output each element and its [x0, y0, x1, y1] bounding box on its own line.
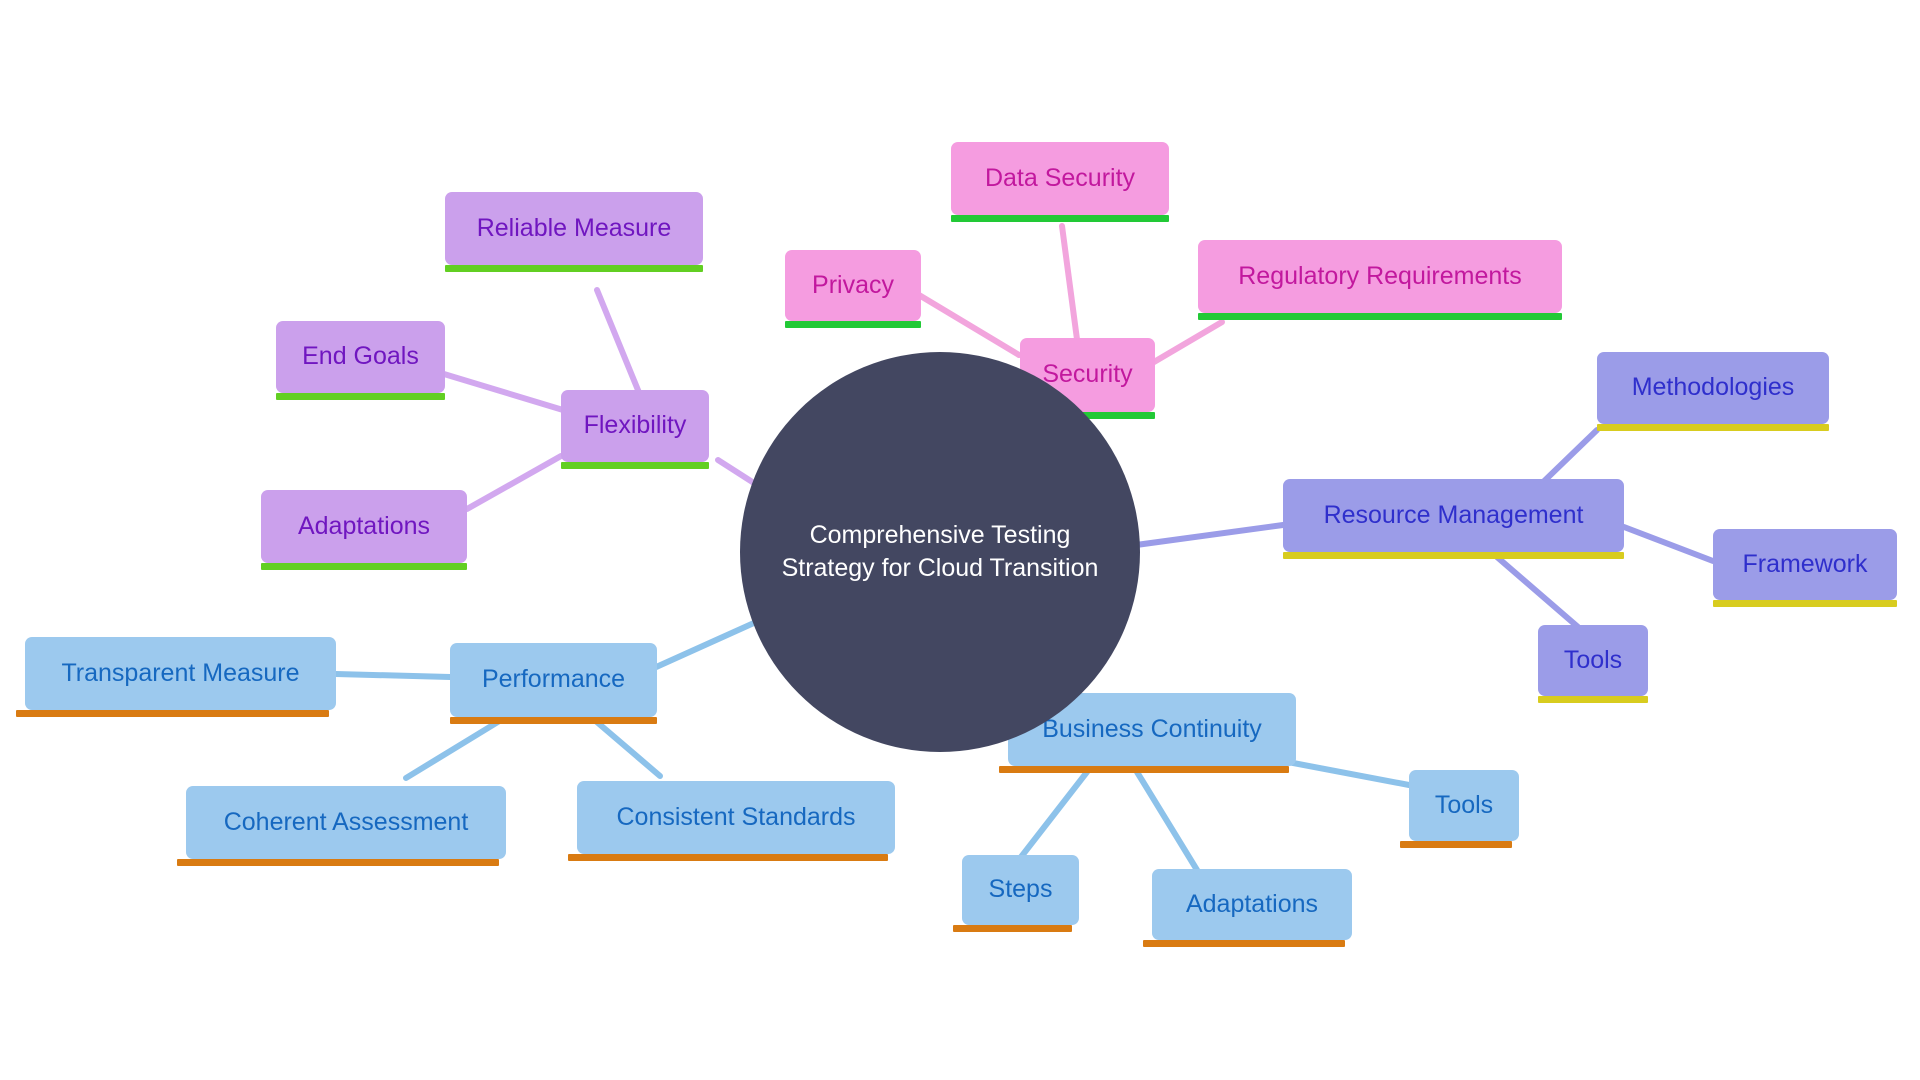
root-node[interactable]: Comprehensive Testing Strategy for Cloud…	[740, 352, 1140, 752]
node-end-goals[interactable]: End Goals	[276, 321, 445, 400]
edge-continuity-steps	[1018, 769, 1090, 860]
edge-flexibility-adaptations	[464, 453, 564, 512]
node-consistent-standards-label: Consistent Standards	[616, 802, 856, 831]
node-framework-label: Framework	[1742, 549, 1868, 578]
node-tools-resource-label: Tools	[1563, 645, 1623, 674]
node-coherent-assessment-label: Coherent Assessment	[223, 807, 469, 836]
node-data-security-label: Data Security	[984, 163, 1136, 192]
node-adaptations-flexibility-label: Adaptations	[297, 511, 431, 540]
node-performance-label: Performance	[481, 665, 626, 694]
edge-resource-tools	[1494, 554, 1581, 630]
edge-performance-transparent-measure	[333, 671, 453, 680]
node-tools-resource[interactable]: Tools	[1538, 625, 1648, 703]
node-transparent-measure[interactable]: Transparent Measure	[16, 637, 336, 717]
edge-flexibility-reliable-measure	[594, 287, 643, 398]
node-methodologies-label: Methodologies	[1631, 373, 1795, 402]
root-label-line2: Strategy for Cloud Transition	[781, 554, 1099, 582]
node-adaptations-continuity[interactable]: Adaptations	[1143, 869, 1352, 947]
node-end-goals-label: End Goals	[302, 342, 419, 371]
node-privacy[interactable]: Privacy	[785, 250, 921, 328]
node-steps-label: Steps	[988, 875, 1053, 904]
node-security-label: Security	[1042, 360, 1133, 389]
node-coherent-assessment[interactable]: Coherent Assessment	[177, 786, 506, 866]
edge-continuity-adaptations	[1134, 769, 1200, 873]
edge-performance-consistent-standards	[588, 714, 663, 779]
node-adaptations-continuity-label: Adaptations	[1185, 889, 1319, 918]
edge-flexibility-end-goals	[441, 371, 566, 413]
node-regulatory-requirements[interactable]: Regulatory Requirements	[1198, 240, 1562, 320]
root-label-line1: Comprehensive Testing	[809, 521, 1071, 549]
node-data-security[interactable]: Data Security	[951, 142, 1169, 222]
node-consistent-standards[interactable]: Consistent Standards	[568, 781, 895, 861]
node-performance[interactable]: Performance	[450, 643, 657, 724]
node-tools-continuity-label: Tools	[1434, 790, 1494, 819]
node-resource-management[interactable]: Resource Management	[1283, 479, 1624, 559]
node-privacy-label: Privacy	[812, 270, 894, 299]
node-reliable-measure-label: Reliable Measure	[476, 213, 672, 242]
node-regulatory-requirements-label: Regulatory Requirements	[1238, 261, 1522, 290]
edge-resource-framework	[1621, 524, 1716, 564]
edge-security-privacy	[916, 292, 1022, 358]
node-business-continuity-label: Business Continuity	[1042, 714, 1262, 743]
edge-continuity-tools	[1285, 759, 1412, 788]
node-flexibility[interactable]: Flexibility	[561, 390, 709, 469]
node-flexibility-label: Flexibility	[583, 411, 687, 440]
node-steps[interactable]: Steps	[953, 855, 1079, 932]
edge-performance-coherent-assessment	[403, 714, 509, 781]
node-tools-continuity[interactable]: Tools	[1400, 770, 1519, 848]
node-framework[interactable]: Framework	[1713, 529, 1897, 607]
node-resource-management-label: Resource Management	[1323, 500, 1584, 529]
node-reliable-measure[interactable]: Reliable Measure	[445, 192, 703, 272]
node-transparent-measure-label: Transparent Measure	[61, 658, 300, 687]
mindmap-canvas: Comprehensive Testing Strategy for Cloud…	[0, 0, 1920, 1080]
node-adaptations-flexibility[interactable]: Adaptations	[261, 490, 467, 570]
edge-root-resource-management	[1133, 522, 1286, 548]
node-methodologies[interactable]: Methodologies	[1597, 352, 1829, 431]
edge-security-regulatory	[1151, 319, 1225, 365]
